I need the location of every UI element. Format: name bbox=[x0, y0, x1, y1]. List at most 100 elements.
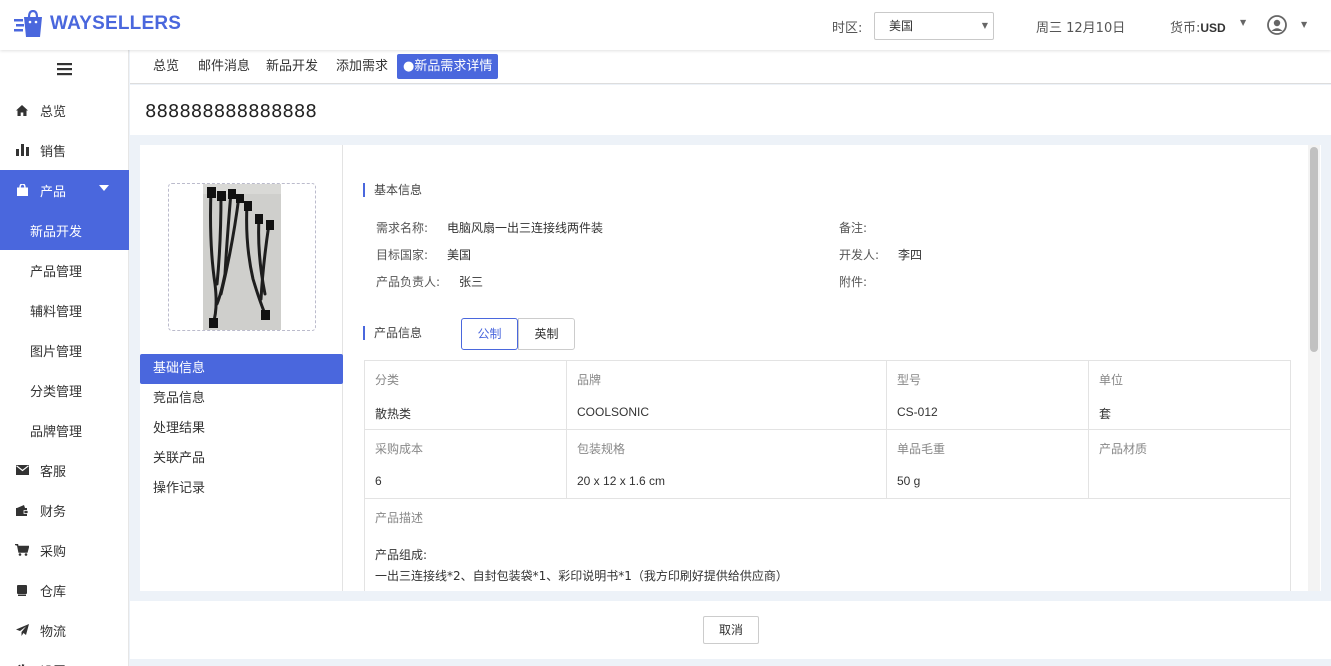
remark-label: 备注: bbox=[839, 221, 868, 235]
sidebar-item-purchase[interactable]: 采购 bbox=[0, 530, 129, 570]
sidebar-item-label: 客服 bbox=[40, 464, 67, 480]
sidebar-item-label: 产品 bbox=[40, 184, 67, 200]
product-photo bbox=[203, 184, 281, 330]
developer-value: 李四 bbox=[898, 248, 923, 262]
name-label: 需求名称: bbox=[376, 221, 429, 235]
sidebar-item-product-management[interactable]: 产品管理 bbox=[0, 250, 129, 290]
timezone-value: 美国 bbox=[889, 19, 914, 33]
package-size-value: 20 x 12 x 1.6 cm bbox=[577, 474, 666, 488]
sidebar-item-settings[interactable]: 设置 bbox=[0, 650, 129, 666]
material-cell: 产品材质 bbox=[1089, 430, 1291, 499]
material-header: 产品材质 bbox=[1099, 442, 1148, 456]
description-line: 产品组成: bbox=[375, 548, 428, 562]
owner-value: 张三 bbox=[459, 275, 484, 289]
sidebar-item-label: 品牌管理 bbox=[30, 424, 83, 440]
brand-cell: 品牌 COOLSONIC bbox=[567, 361, 887, 430]
currency-selector[interactable]: 货币:USD bbox=[1170, 17, 1226, 36]
sidebar-item-new-product-dev[interactable]: 新品开发 bbox=[0, 210, 129, 250]
model-cell: 型号 CS-012 bbox=[887, 361, 1089, 430]
sidebar-item-label: 销售 bbox=[40, 144, 67, 160]
product-info-heading: 产品信息 bbox=[363, 326, 422, 340]
sidebar-item-sales[interactable]: 销售 bbox=[0, 130, 129, 170]
cancel-button[interactable]: 取消 bbox=[703, 616, 759, 644]
owner-label: 产品负责人: bbox=[376, 275, 441, 289]
vertical-scrollbar[interactable] bbox=[1308, 145, 1320, 591]
sidebar-item-image-management[interactable]: 图片管理 bbox=[0, 330, 129, 370]
menu-toggle-icon[interactable] bbox=[57, 63, 72, 76]
tab-new-product-dev[interactable]: 新品开发 bbox=[260, 54, 324, 79]
menu-processing-result[interactable]: 处理结果 bbox=[140, 414, 343, 444]
product-description-cell: 产品描述 产品组成: 一出三连接线*2、自封包装袋*1、彩印说明书*1（我方印刷… bbox=[365, 499, 1291, 591]
sidebar-item-label: 辅料管理 bbox=[30, 304, 83, 320]
brand-header: 品牌 bbox=[577, 373, 602, 387]
top-header: WAYSELLERS 时区: 美国 ▼ 周三 12月10日 货币:USD ▼ ▼ bbox=[0, 0, 1331, 50]
package-size-cell: 包装规格 20 x 12 x 1.6 cm bbox=[567, 430, 887, 499]
menu-operation-log[interactable]: 操作记录 bbox=[140, 474, 343, 504]
menu-related-products[interactable]: 关联产品 bbox=[140, 444, 343, 474]
imperial-toggle-button[interactable]: 英制 bbox=[518, 318, 575, 350]
unit-header: 单位 bbox=[1099, 373, 1124, 387]
sidebar: 总览 销售 产品 新品开发 产品管理 辅料管理 图片管理 分类管理 品牌管理 客… bbox=[0, 50, 129, 666]
current-date: 周三 12月10日 bbox=[1036, 21, 1126, 36]
product-image[interactable] bbox=[168, 183, 316, 331]
sidebar-item-warehouse[interactable]: 仓库 bbox=[0, 570, 129, 610]
sidebar-item-label: 财务 bbox=[40, 504, 67, 520]
unit-cell: 单位套 bbox=[1089, 361, 1291, 430]
product-info-table: 分类散热类 品牌 COOLSONIC 型号 CS-012 单位套 采购成本 6 包装规… bbox=[364, 360, 1291, 591]
sidebar-item-overview[interactable]: 总览 bbox=[0, 90, 129, 130]
country-label: 目标国家: bbox=[376, 248, 429, 262]
sidebar-item-logistics[interactable]: 物流 bbox=[0, 610, 129, 650]
gross-weight-header: 单品毛重 bbox=[897, 442, 946, 456]
sidebar-item-label: 采购 bbox=[40, 544, 67, 560]
scrollbar-thumb[interactable] bbox=[1310, 147, 1318, 352]
purchase-cost-cell: 采购成本 6 bbox=[365, 430, 567, 499]
currency-label: 货币: bbox=[1170, 21, 1201, 36]
table-row: 采购成本 6 包装规格 20 x 12 x 1.6 cm 单品毛重 50 g 产品材质 bbox=[365, 430, 1291, 499]
sidebar-item-label: 物流 bbox=[40, 624, 67, 640]
sidebar-item-product[interactable]: 产品 bbox=[0, 170, 129, 210]
currency-chevron-down-icon[interactable]: ▼ bbox=[1240, 18, 1246, 27]
brand-logo[interactable]: WAYSELLERS bbox=[14, 10, 181, 38]
sidebar-item-finance[interactable]: 财务 bbox=[0, 490, 129, 530]
currency-value: USD bbox=[1200, 21, 1226, 35]
detail-left-pane: 基础信息 竞品信息 处理结果 关联产品 操作记录 bbox=[140, 145, 343, 591]
menu-competitor-info[interactable]: 竞品信息 bbox=[140, 384, 343, 414]
purchase-cost-value: 6 bbox=[375, 474, 382, 488]
tab-mail-messages[interactable]: 邮件消息 bbox=[192, 54, 256, 79]
tab-add-request[interactable]: 添加需求 bbox=[330, 54, 394, 79]
sidebar-item-category-management[interactable]: 分类管理 bbox=[0, 370, 129, 410]
timezone-select[interactable]: 美国 ▼ bbox=[874, 12, 994, 40]
sidebar-item-label: 产品管理 bbox=[30, 264, 83, 280]
shopping-bag-logo-icon bbox=[14, 10, 42, 37]
attachment-label: 附件: bbox=[839, 275, 868, 289]
category-value: 散热类 bbox=[375, 407, 412, 421]
country-value: 美国 bbox=[447, 248, 472, 262]
sidebar-item-label: 新品开发 bbox=[30, 224, 83, 240]
footer-bar: 取消 bbox=[130, 601, 1331, 659]
mail-icon bbox=[15, 465, 29, 475]
sidebar-item-customer-service[interactable]: 客服 bbox=[0, 450, 129, 490]
basic-info-heading: 基本信息 bbox=[363, 183, 422, 197]
sidebar-nav: 总览 销售 产品 新品开发 产品管理 辅料管理 图片管理 分类管理 品牌管理 客… bbox=[0, 90, 129, 666]
model-header: 型号 bbox=[897, 373, 922, 387]
timezone-label: 时区: bbox=[832, 21, 863, 36]
user-menu-chevron-down-icon[interactable]: ▼ bbox=[1301, 20, 1307, 29]
tab-overview[interactable]: 总览 bbox=[147, 54, 185, 79]
description-line: 一出三连接线*2、自封包装袋*1、彩印说明书*1（我方印刷好提供给供应商） bbox=[375, 569, 788, 583]
page-tabs: 总览 邮件消息 新品开发 添加需求 ●新品需求详情 bbox=[130, 50, 1331, 84]
sidebar-item-brand-management[interactable]: 品牌管理 bbox=[0, 410, 129, 450]
sidebar-item-accessory-management[interactable]: 辅料管理 bbox=[0, 290, 129, 330]
user-avatar-icon[interactable] bbox=[1267, 15, 1287, 35]
metric-toggle-button[interactable]: 公制 bbox=[461, 318, 518, 350]
title-bar: 888888888888888 bbox=[130, 85, 1331, 135]
tab-request-detail[interactable]: ●新品需求详情 bbox=[397, 54, 499, 79]
developer-label: 开发人: bbox=[839, 248, 880, 262]
category-header: 分类 bbox=[375, 373, 400, 387]
sidebar-item-label: 总览 bbox=[40, 104, 67, 120]
chevron-down-icon: ▼ bbox=[981, 21, 988, 30]
name-value: 电脑风扇一出三连接线两件装 bbox=[447, 221, 604, 235]
paper-plane-icon bbox=[15, 624, 29, 636]
bar-chart-icon bbox=[15, 144, 29, 156]
cart-icon bbox=[15, 544, 29, 556]
menu-basic-info[interactable]: 基础信息 bbox=[140, 354, 343, 384]
